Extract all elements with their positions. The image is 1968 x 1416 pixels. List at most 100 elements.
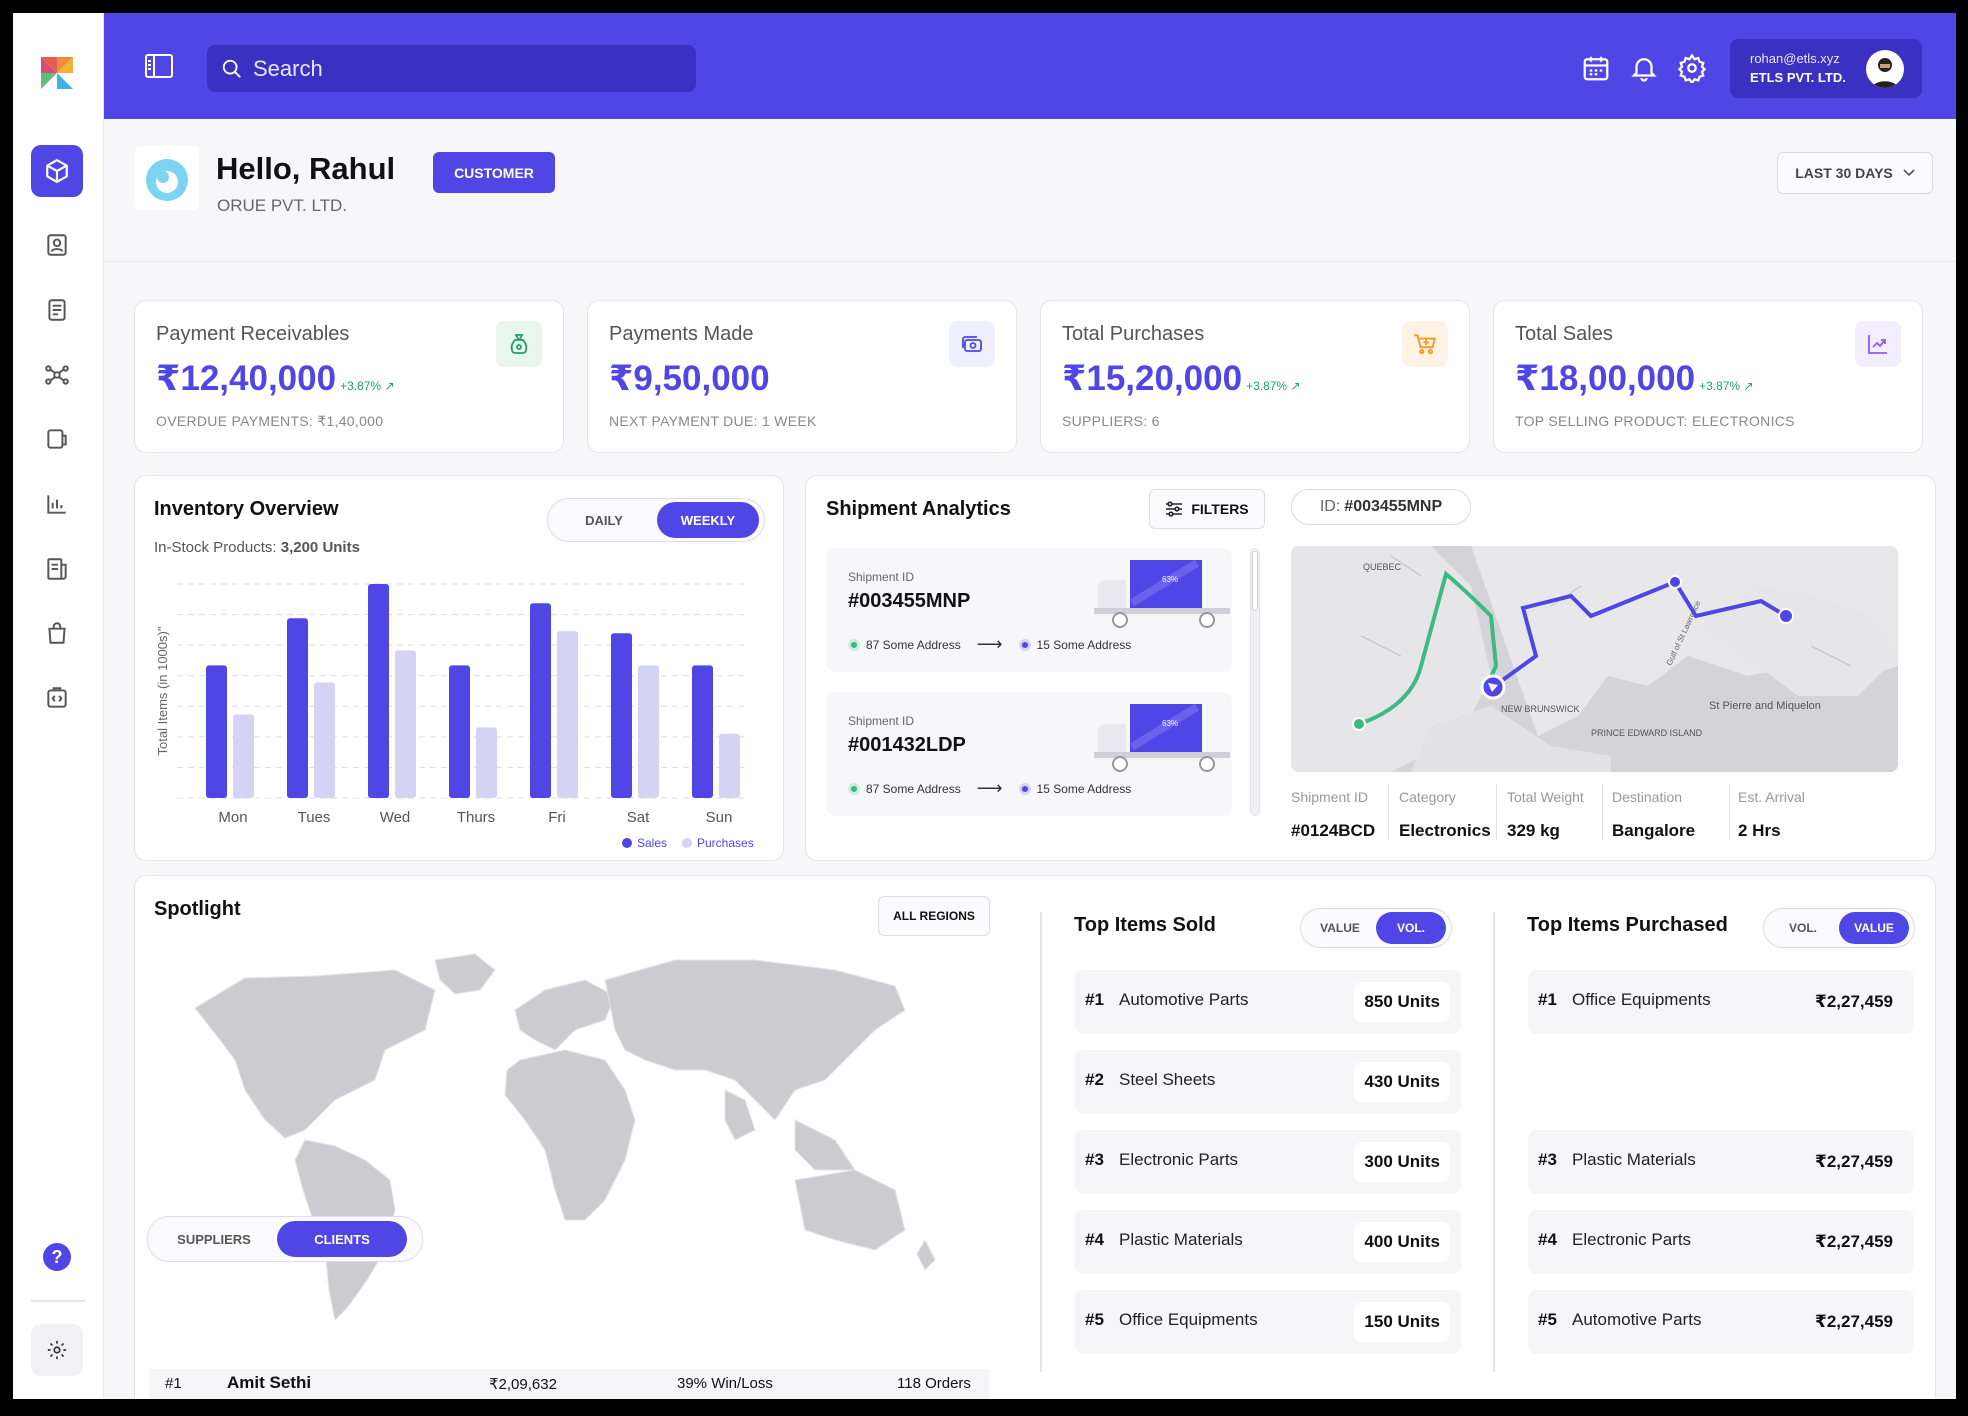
sidebar-item-integrations[interactable] [31, 672, 83, 724]
item-rank: #1 [1538, 990, 1557, 1009]
list-item[interactable]: #4 Plastic Materials 400 Units [1075, 1210, 1461, 1274]
x-tick-label: Wed [380, 809, 411, 826]
bar-purchases [638, 665, 659, 798]
sidebar-item-network[interactable] [31, 349, 83, 401]
tab-clients[interactable]: CLIENTS [277, 1221, 407, 1257]
detail-arrival: Est. Arrival 2 Hrs [1738, 789, 1805, 841]
shipment-route: 87 Some Address ⟶ 15 Some Address [848, 778, 1131, 799]
search-input[interactable] [253, 55, 673, 82]
stat-card-sales[interactable]: Total Sales ₹18,00,000 +3.87% ↗ TOP SELLI… [1493, 300, 1923, 453]
list-item[interactable]: #2 Steel Sheets 430 Units [1075, 1050, 1461, 1114]
item-rank: #4 [1538, 1230, 1557, 1249]
detail-category: Category Electronics [1399, 789, 1491, 841]
bar-sales [368, 584, 389, 798]
shipment-card[interactable]: Shipment ID #003455MNP 87 Some Address ⟶… [826, 548, 1232, 672]
customer-badge[interactable]: CUSTOMER [433, 152, 555, 193]
detail-shipment-id: Shipment ID #0124BCD [1291, 789, 1375, 841]
contact-book-icon [47, 234, 67, 256]
detail-weight: Total Weight 329 kg [1507, 789, 1584, 841]
stat-footer: SUPPLIERS: 6 [1062, 413, 1160, 429]
cash-icon [949, 321, 995, 367]
money-bag-icon [496, 321, 542, 367]
origin-dot [848, 638, 860, 651]
bar-purchases [233, 714, 254, 798]
list-item[interactable]: #3 Plastic Materials ₹2,27,459 [1528, 1130, 1914, 1194]
item-rank: #3 [1538, 1150, 1557, 1169]
sidebar-item-contacts[interactable] [31, 219, 83, 271]
list-item[interactable]: #5 Automotive Parts ₹2,27,459 [1528, 1290, 1914, 1354]
map-label-new-brunswick: NEW BRUNSWICK [1501, 704, 1580, 714]
client-name: Amit Sethi [227, 1373, 312, 1392]
route-map[interactable]: QUEBEC NEW BRUNSWICK PRINCE EDWARD ISLAN… [1291, 546, 1898, 772]
inventory-overview-panel: Inventory Overview In-Stock Products: 3,… [134, 475, 784, 861]
x-tick-label: Mon [218, 809, 247, 826]
list-item[interactable]: #1 Automotive Parts 850 Units [1075, 970, 1461, 1034]
sidebar-toggle-icon[interactable] [144, 53, 174, 79]
bar-purchases [557, 631, 578, 798]
legend-label: Purchases [697, 836, 754, 850]
stat-title: Payment Receivables [156, 323, 350, 345]
map-label-st-pierre: St Pierre and Miquelon [1709, 700, 1821, 712]
gear-icon[interactable] [1677, 53, 1707, 83]
sidebar-item-shop[interactable] [31, 607, 83, 659]
bell-icon[interactable] [1629, 53, 1659, 83]
list-item[interactable]: #3 Electronic Parts 300 Units [1075, 1130, 1461, 1194]
scroll-thumb[interactable] [1252, 551, 1258, 611]
network-icon [45, 365, 69, 385]
chevron-down-icon [1903, 169, 1915, 177]
sidebar-settings-button[interactable] [31, 1324, 83, 1376]
arrow-right-icon: ⟶ [976, 634, 1003, 654]
sidebar-item-invoices[interactable] [31, 543, 83, 595]
shipment-card[interactable]: Shipment ID #001432LDP 87 Some Address ⟶… [826, 692, 1232, 816]
tab-value[interactable]: VALUE [1839, 912, 1909, 944]
stat-title: Total Sales [1515, 323, 1613, 345]
calendar-icon[interactable] [1581, 53, 1611, 83]
list-item[interactable]: #4 Electronic Parts ₹2,27,459 [1528, 1210, 1914, 1274]
sidebar-item-orders[interactable] [31, 413, 83, 465]
tab-suppliers[interactable]: SUPPLIERS [151, 1221, 277, 1257]
tab-volume[interactable]: VOL. [1376, 912, 1446, 944]
item-rank: #2 [1085, 1070, 1104, 1089]
world-map[interactable] [135, 930, 1005, 1370]
y-axis-label: Total Items (in 1000s)" [155, 626, 170, 755]
bar-sales [287, 618, 308, 798]
stat-card-payments-made[interactable]: Payments Made ₹9,50,000 NEXT PAYMENT DUE… [587, 300, 1017, 453]
stat-title: Total Purchases [1062, 323, 1205, 345]
account-menu[interactable]: rohan@etls.xyz ETLS PVT. LTD. [1730, 39, 1922, 98]
app-logo[interactable] [35, 51, 79, 95]
shipment-scrollbar[interactable] [1250, 548, 1260, 816]
tab-value[interactable]: VALUE [1304, 912, 1376, 944]
item-value: ₹2,27,459 [1814, 1312, 1893, 1331]
bar-sales [611, 633, 632, 798]
stat-change-value: +3.87% [1699, 379, 1741, 393]
stat-value: ₹18,00,000 +3.87% ↗ [1515, 359, 1754, 399]
tablet-icon [47, 429, 67, 449]
inventory-bar-chart: Total Items (in 1000s)" Mon Tues Wed Thurs Fr… [155, 583, 754, 850]
item-rank: #1 [1085, 990, 1104, 1009]
list-item[interactable]: #5 Office Equipments 150 Units [1075, 1290, 1461, 1354]
sidebar-item-documents[interactable] [31, 284, 83, 336]
item-value: ₹2,27,459 [1814, 992, 1893, 1011]
table-row[interactable]: #1 Amit Sethi ₹2,09,632 39% Win/Loss 118… [149, 1369, 989, 1399]
stat-card-receivables[interactable]: Payment Receivables ₹12,40,000 +3.87% ↗ O… [134, 300, 564, 453]
item-name: Electronic Parts [1119, 1150, 1239, 1169]
filters-button[interactable]: FILTERS [1149, 489, 1265, 529]
x-tick-label: Sat [627, 809, 650, 826]
sidebar-item-reports[interactable] [31, 478, 83, 530]
detail-destination: Destination Bangalore [1612, 789, 1695, 841]
shipment-route: 87 Some Address ⟶ 15 Some Address [848, 634, 1131, 655]
app-window: ? rohan@etls.xyz ETLS PVT. LTD. Hello, R… [13, 13, 1956, 1399]
list-item[interactable]: #1 Office Equipments ₹2,27,459 [1528, 970, 1914, 1034]
x-tick-label: Fri [548, 809, 566, 826]
shipment-id: #001432LDP [848, 734, 966, 756]
search-bar[interactable] [207, 45, 696, 92]
sidebar-item-inventory[interactable] [31, 145, 83, 197]
detail-value: 2 Hrs [1738, 821, 1781, 840]
top-items-sold-title: Top Items Sold [1074, 914, 1216, 936]
stat-card-purchases[interactable]: Total Purchases ₹15,20,000 +3.87% ↗ SUPPL… [1040, 300, 1470, 453]
date-range-dropdown[interactable]: LAST 30 DAYS [1777, 152, 1933, 194]
help-icon[interactable]: ? [43, 1243, 71, 1271]
item-value: 850 Units [1354, 982, 1450, 1022]
tab-volume[interactable]: VOL. [1767, 912, 1839, 944]
item-name: Automotive Parts [1572, 1310, 1702, 1329]
